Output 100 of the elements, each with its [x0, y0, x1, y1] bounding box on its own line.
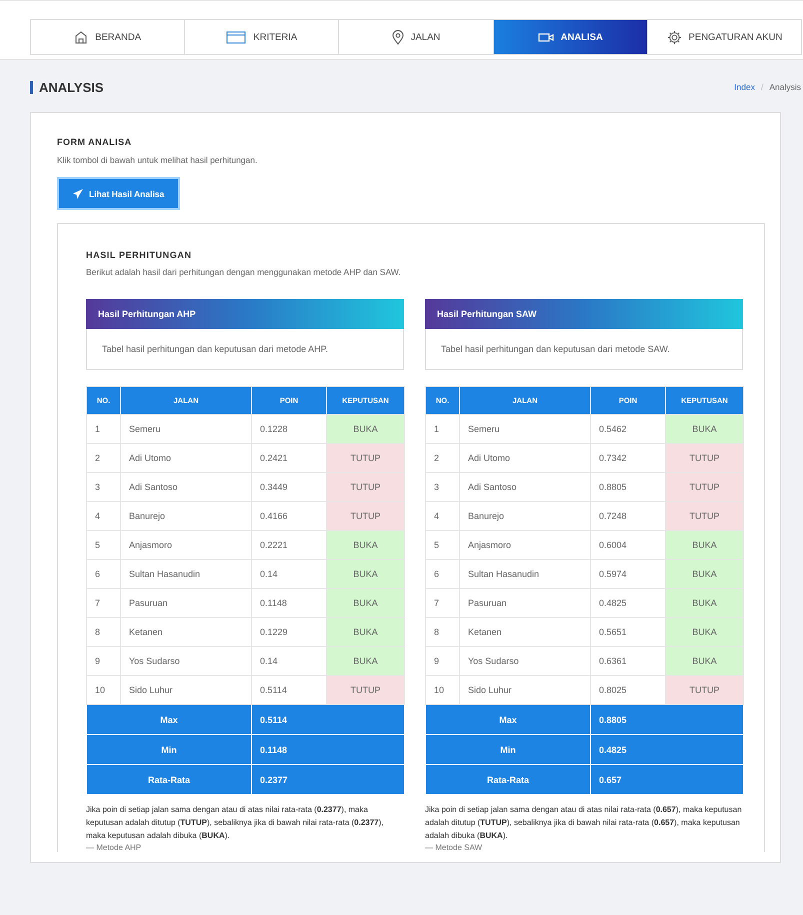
row-number-cell: 4	[426, 502, 460, 530]
score-cell: 0.5651	[590, 618, 666, 646]
row-number-cell: 10	[86, 676, 120, 704]
nav-tab[interactable]: ANALISA	[494, 20, 648, 54]
score-cell: 0.1148	[252, 588, 326, 618]
breadcrumb-item: Analysis	[769, 82, 801, 92]
decision-cell: BUKA	[666, 646, 744, 676]
decision-cell: BUKA	[326, 588, 404, 618]
row-number-cell: 6	[86, 560, 120, 588]
section-description: Berikut adalah hasil dari perhitungan dengan menggunakan metode AHP dan SAW.	[86, 267, 402, 277]
road-name-cell: Adi Utomo	[460, 444, 590, 472]
score-cell: 0.7248	[590, 502, 666, 530]
note-source: — Metode SAW	[425, 843, 484, 852]
panel-header: Hasil Perhitungan AHP	[86, 299, 404, 329]
decision-cell: TUTUP	[326, 502, 404, 530]
road-name-cell: Adi Santoso	[120, 472, 252, 502]
score-cell: 0.8025	[590, 676, 666, 704]
road-name-cell: Semeru	[120, 414, 252, 444]
row-number-cell: 1	[426, 414, 460, 444]
home-icon	[74, 30, 88, 44]
section-description: Klik tombol di bawah untuk melihat hasil perhitungan.	[57, 155, 258, 165]
row-number-cell: 3	[426, 472, 460, 502]
score-cell: 0.3449	[252, 472, 326, 502]
road-name-cell: Banurejo	[460, 502, 590, 530]
breadcrumb-link[interactable]: Index	[734, 82, 755, 92]
decision-cell: BUKA	[666, 618, 744, 646]
decision-cell: TUTUP	[666, 444, 744, 472]
summary-value-cell: 0.8805	[590, 704, 744, 734]
score-cell: 0.1228	[252, 414, 326, 444]
score-cell: 0.2421	[252, 444, 326, 472]
score-cell: 0.14	[252, 646, 326, 676]
window-icon	[226, 30, 246, 44]
panel-caption: Tabel hasil perhitungan dan keputusan dari metode AHP.	[102, 344, 328, 354]
road-name-cell: Banurejo	[120, 502, 252, 530]
decision-cell: TUTUP	[326, 444, 404, 472]
row-number-cell: 5	[426, 530, 460, 560]
view-results-button[interactable]: Lihat Hasil Analisa	[57, 177, 180, 210]
summary-label-cell: Max	[86, 704, 252, 734]
decision-cell: BUKA	[326, 618, 404, 646]
decision-cell: BUKA	[666, 414, 744, 444]
decision-cell: TUTUP	[326, 676, 404, 704]
score-cell: 0.2221	[252, 530, 326, 560]
road-name-cell: Yos Sudarso	[120, 646, 252, 676]
decision-cell: BUKA	[666, 588, 744, 618]
paper-plane-icon	[73, 188, 83, 198]
score-cell: 0.5114	[252, 676, 326, 704]
score-cell: 0.5974	[590, 560, 666, 588]
summary-label-cell: Max	[426, 704, 590, 734]
decision-cell: BUKA	[326, 560, 404, 588]
decision-cell: TUTUP	[666, 676, 744, 704]
score-cell: 0.8805	[590, 472, 666, 502]
note-source: — Metode AHP	[86, 843, 142, 852]
summary-label-cell: Rata-Rata	[86, 764, 252, 794]
row-number-cell: 1	[86, 414, 120, 444]
decision-cell: BUKA	[666, 560, 744, 588]
row-number-cell: 10	[426, 676, 460, 704]
panel-caption: Tabel hasil perhitungan dan keputusan dari metode SAW.	[441, 344, 670, 354]
decision-cell: BUKA	[326, 646, 404, 676]
road-name-cell: Pasuruan	[120, 588, 252, 618]
row-number-cell: 7	[86, 588, 120, 618]
road-name-cell: Ketanen	[460, 618, 590, 646]
row-number-cell: 8	[86, 618, 120, 646]
decision-cell: TUTUP	[326, 472, 404, 502]
road-name-cell: Anjasmoro	[460, 530, 590, 560]
road-name-cell: Semeru	[460, 414, 590, 444]
summary-label-cell: Rata-Rata	[426, 764, 590, 794]
road-name-cell: Anjasmoro	[120, 530, 252, 560]
score-cell: 0.6361	[590, 646, 666, 676]
decision-cell: BUKA	[326, 414, 404, 444]
summary-value-cell: 0.1148	[252, 734, 404, 764]
row-number-cell: 2	[426, 444, 460, 472]
row-number-cell: 6	[426, 560, 460, 588]
summary-value-cell: 0.5114	[252, 704, 404, 734]
row-number-cell: 4	[86, 502, 120, 530]
road-name-cell: Ketanen	[120, 618, 252, 646]
row-number-cell: 3	[86, 472, 120, 502]
breadcrumb-item: /	[760, 82, 764, 92]
video-camera-icon	[538, 32, 554, 42]
row-number-cell: 7	[426, 588, 460, 618]
summary-label-cell: Min	[426, 734, 590, 764]
decision-cell: TUTUP	[666, 472, 744, 502]
decision-cell: BUKA	[666, 530, 744, 560]
road-name-cell: Sido Luhur	[460, 676, 590, 704]
score-cell: 0.7342	[590, 444, 666, 472]
score-cell: 0.1229	[252, 618, 326, 646]
decision-note: Jika poin di setiap jalan sama dengan atau di atas nilai rata-rata (0.657), maka keputusan adalah ditutup (TUTUP), sebaliknya jika di bawah nilai rata-rata (0.657), maka keputusan adalah dibuka (BUKA).	[425, 804, 743, 842]
row-number-cell: 8	[426, 618, 460, 646]
decision-note: Jika poin di setiap jalan sama dengan atau di atas nilai rata-rata (0.2377), maka keputusan adalah ditutup (TUTUP), sebaliknya jika di bawah nilai rata-rata (0.2377), maka keputusan adalah dibuka (BUKA).	[86, 804, 385, 842]
road-name-cell: Yos Sudarso	[460, 646, 590, 676]
road-name-cell: Sultan Hasanudin	[120, 560, 252, 588]
score-cell: 0.4166	[252, 502, 326, 530]
panel-header: Hasil Perhitungan SAW	[425, 299, 743, 329]
map-pin-icon	[392, 30, 404, 44]
section-title: HASIL PERHITUNGAN	[86, 250, 193, 260]
road-name-cell: Adi Utomo	[120, 444, 252, 472]
row-number-cell: 2	[86, 444, 120, 472]
summary-label-cell: Min	[86, 734, 252, 764]
row-number-cell: 5	[86, 530, 120, 560]
road-name-cell: Sido Luhur	[120, 676, 252, 704]
summary-value-cell: 0.4825	[590, 734, 744, 764]
